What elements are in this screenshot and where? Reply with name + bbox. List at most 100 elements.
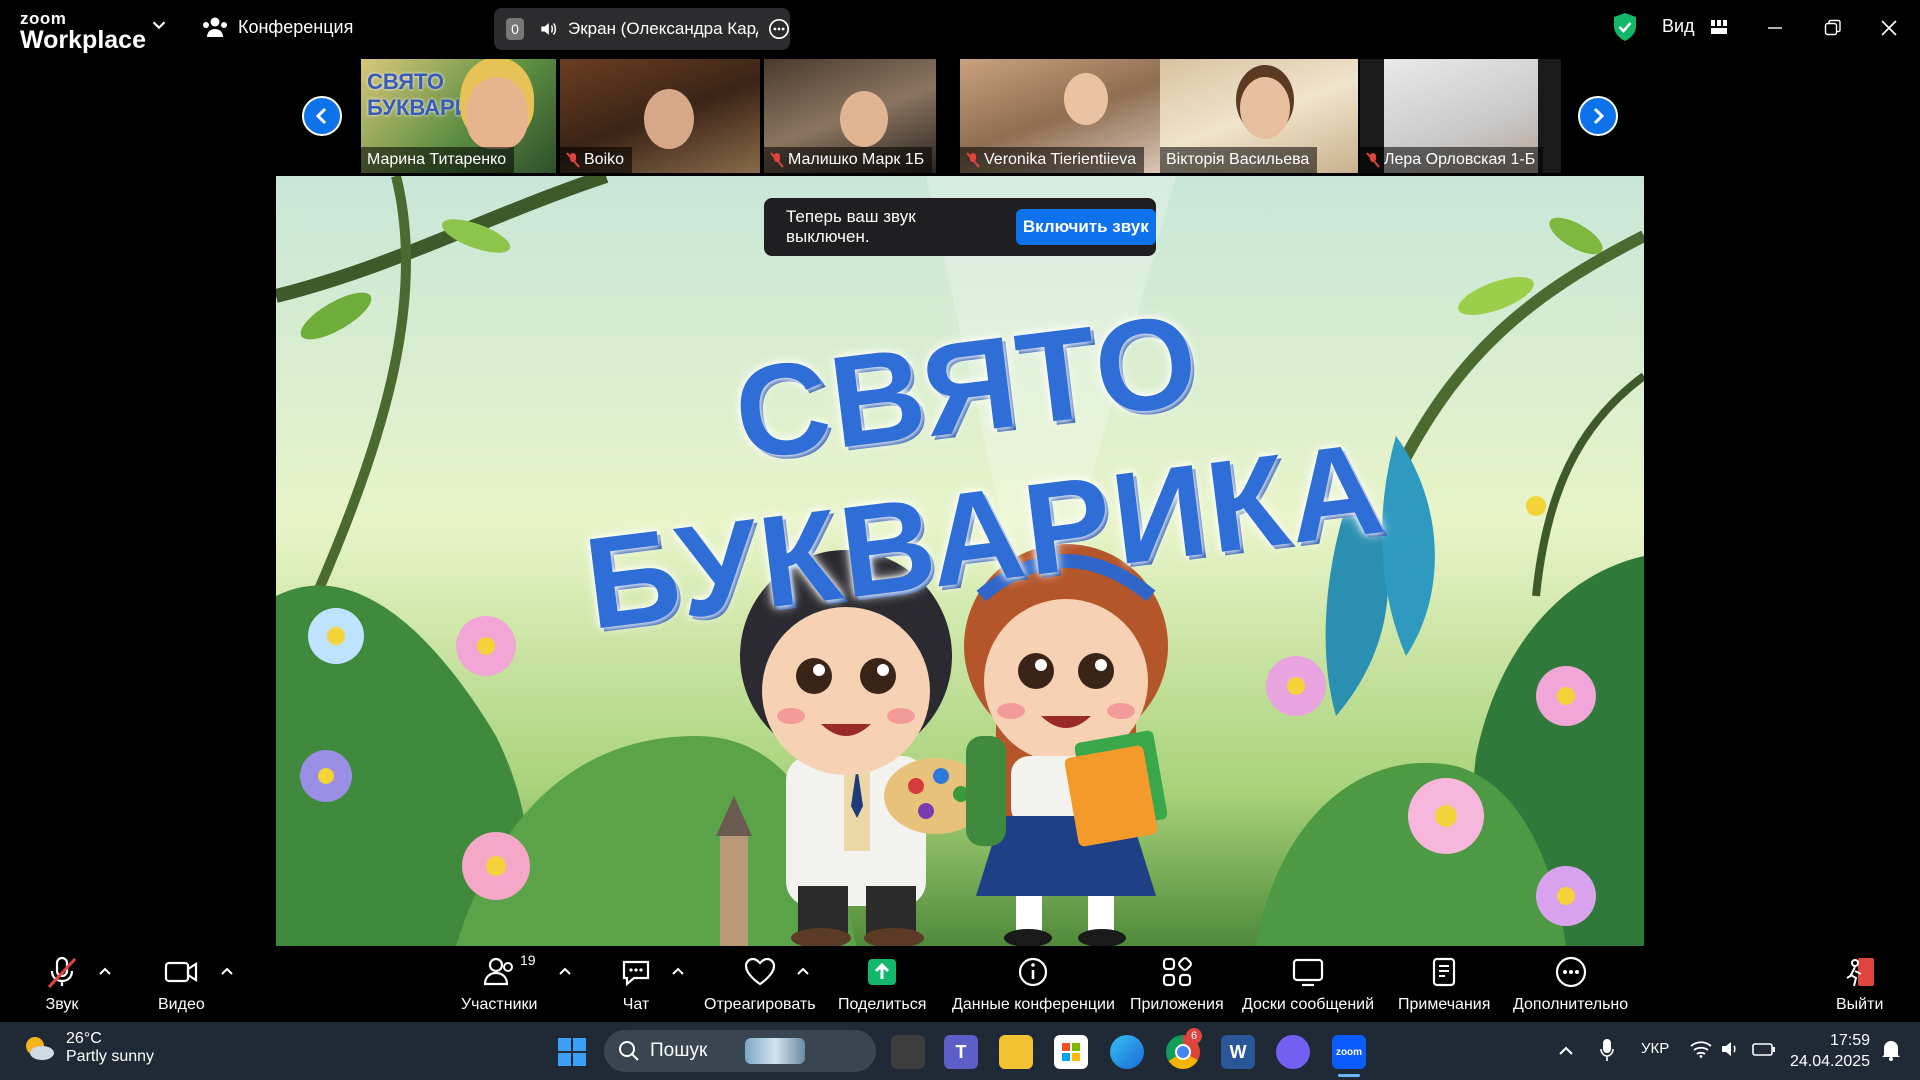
zoom-active-indicator: [1338, 1074, 1360, 1077]
notification-bell-icon[interactable]: [1880, 1038, 1902, 1062]
teams-icon[interactable]: T: [944, 1035, 978, 1069]
encryption-shield-icon[interactable]: [1612, 12, 1638, 42]
chevron-down-icon[interactable]: [148, 14, 170, 36]
participant-name: Вікторія Васильева: [1160, 147, 1318, 173]
muted-mic-icon: [1366, 152, 1380, 168]
chevron-up-icon[interactable]: [1558, 1044, 1574, 1056]
participants-count: 19: [520, 952, 536, 968]
react-button[interactable]: Отреагировать: [704, 954, 816, 1014]
language-indicator[interactable]: УКР: [1641, 1040, 1669, 1057]
microphone-tray-icon[interactable]: [1600, 1038, 1614, 1062]
participant-tile[interactable]: Вікторія Васильева: [1160, 59, 1358, 173]
minimize-icon: [1768, 27, 1782, 29]
participant-tile[interactable]: Boiko: [560, 59, 760, 173]
audio-options-caret-icon[interactable]: [98, 966, 112, 976]
participant-name: Boiko: [560, 147, 633, 173]
clock[interactable]: 17:59 24.04.2025: [1790, 1030, 1870, 1072]
chat-options-caret-icon[interactable]: [671, 966, 685, 976]
logo-bottom: Workplace: [20, 26, 146, 54]
view-menu[interactable]: Вид: [1662, 16, 1727, 37]
speaker-icon[interactable]: [538, 19, 558, 39]
participant-name-text: Лера Орловская 1-Б: [1384, 151, 1536, 168]
share-label: Поделиться: [838, 996, 927, 1013]
thumb-slide-text: СВЯТО БУКВАРИКА: [367, 69, 500, 120]
zoom-taskbar-icon[interactable]: zoom: [1332, 1035, 1366, 1069]
restore-button[interactable]: [1816, 12, 1850, 44]
task-view-icon[interactable]: [891, 1035, 925, 1069]
audio-label: Звук: [45, 996, 79, 1013]
microsoft-store-icon[interactable]: [1054, 1035, 1088, 1069]
participant-face: [840, 91, 888, 147]
next-page-button[interactable]: [1578, 96, 1618, 136]
more-icon: [1555, 956, 1586, 988]
edge-icon[interactable]: [1110, 1035, 1144, 1069]
word-icon[interactable]: W: [1221, 1035, 1255, 1069]
chevron-right-icon: [1593, 107, 1605, 125]
clock-date: 24.04.2025: [1790, 1053, 1871, 1070]
meeting-menu[interactable]: Конференция: [202, 16, 353, 38]
info-label: Данные конференции: [952, 996, 1115, 1013]
participant-name-text: Boiko: [584, 151, 625, 168]
unmute-button[interactable]: Включить звук: [1015, 209, 1156, 245]
apps-button[interactable]: Приложения: [1130, 954, 1224, 1014]
search-highlight-image: [745, 1038, 806, 1064]
chevron-left-icon: [315, 107, 327, 125]
volume-icon[interactable]: [1720, 1040, 1740, 1058]
notes-button[interactable]: Примечания: [1398, 954, 1490, 1014]
leave-button[interactable]: Выйти: [1836, 954, 1883, 1014]
viber-icon[interactable]: [1276, 1035, 1310, 1069]
video-camera-icon: [165, 961, 198, 983]
notes-label: Примечания: [1398, 996, 1491, 1013]
more-options-icon[interactable]: [768, 18, 790, 40]
shared-screen[interactable]: СВЯТО БУКВАРИКА: [276, 176, 1644, 946]
restore-icon: [1824, 19, 1841, 36]
whiteboards-button[interactable]: Доски сообщений: [1242, 954, 1374, 1014]
weather-condition: Partly sunny: [66, 1048, 155, 1065]
chrome-notification-badge: 6: [1186, 1028, 1202, 1044]
participant-face: [466, 77, 528, 149]
participants-options-caret-icon[interactable]: [558, 966, 572, 976]
react-label: Отреагировать: [704, 996, 816, 1013]
clock-time: 17:59: [1830, 1032, 1871, 1049]
participant-tile[interactable]: Малишко Марк 1Б: [764, 59, 936, 173]
video-label: Видео: [158, 996, 205, 1013]
muted-notification: Теперь ваш звук выключен. Включить звук: [764, 198, 1156, 256]
meeting-info-button[interactable]: Данные конференции: [952, 954, 1115, 1014]
audio-button[interactable]: Звук: [44, 954, 80, 1014]
participant-name-text: Veronika Tierientiieva: [984, 151, 1137, 168]
participant-tile[interactable]: СВЯТО БУКВАРИКА Марина Титаренко: [361, 59, 556, 173]
battery-icon[interactable]: [1752, 1040, 1776, 1058]
participant-face: [1064, 73, 1108, 125]
react-options-caret-icon[interactable]: [796, 966, 810, 976]
meeting-icon: [203, 17, 227, 37]
wifi-icon[interactable]: [1690, 1040, 1712, 1058]
more-label: Дополнительно: [1513, 996, 1629, 1013]
info-icon: [1019, 957, 1048, 987]
share-button[interactable]: Поделиться: [838, 954, 926, 1014]
whiteboards-label: Доски сообщений: [1242, 996, 1375, 1013]
minimize-button[interactable]: [1758, 12, 1792, 44]
title-bar: zoom Workplace Конференция 0 Экран (Олек…: [0, 0, 1920, 56]
more-button[interactable]: Дополнительно: [1513, 954, 1628, 1014]
close-button[interactable]: [1872, 12, 1906, 44]
muted-mic-icon: [566, 152, 580, 168]
chat-button[interactable]: Чат: [618, 954, 654, 1014]
participant-name-text: Малишко Марк 1Б: [788, 151, 925, 168]
screen-share-indicator[interactable]: 0 Экран (Олександра Кардаш: [494, 8, 790, 50]
grid-view-icon: [1710, 19, 1727, 34]
weather-widget[interactable]: 26°C Partly sunny: [22, 1030, 154, 1066]
muted-message: Теперь ваш звук выключен.: [786, 207, 916, 246]
taskbar-search[interactable]: Пошук: [604, 1030, 876, 1072]
view-label: Вид: [1662, 16, 1695, 36]
video-button[interactable]: Видео: [158, 954, 205, 1014]
participant-tile[interactable]: Veronika Tierientiieva: [960, 59, 1160, 173]
chrome-inner: [1175, 1044, 1191, 1060]
previous-page-button[interactable]: [302, 96, 342, 136]
file-explorer-icon[interactable]: [999, 1035, 1033, 1069]
apps-label: Приложения: [1130, 996, 1224, 1013]
start-button[interactable]: [554, 1035, 590, 1069]
video-options-caret-icon[interactable]: [220, 966, 234, 976]
participant-tile[interactable]: Лера Орловская 1-Б: [1360, 59, 1561, 173]
windows-logo-icon: [558, 1038, 586, 1066]
participants-icon: [484, 957, 514, 986]
